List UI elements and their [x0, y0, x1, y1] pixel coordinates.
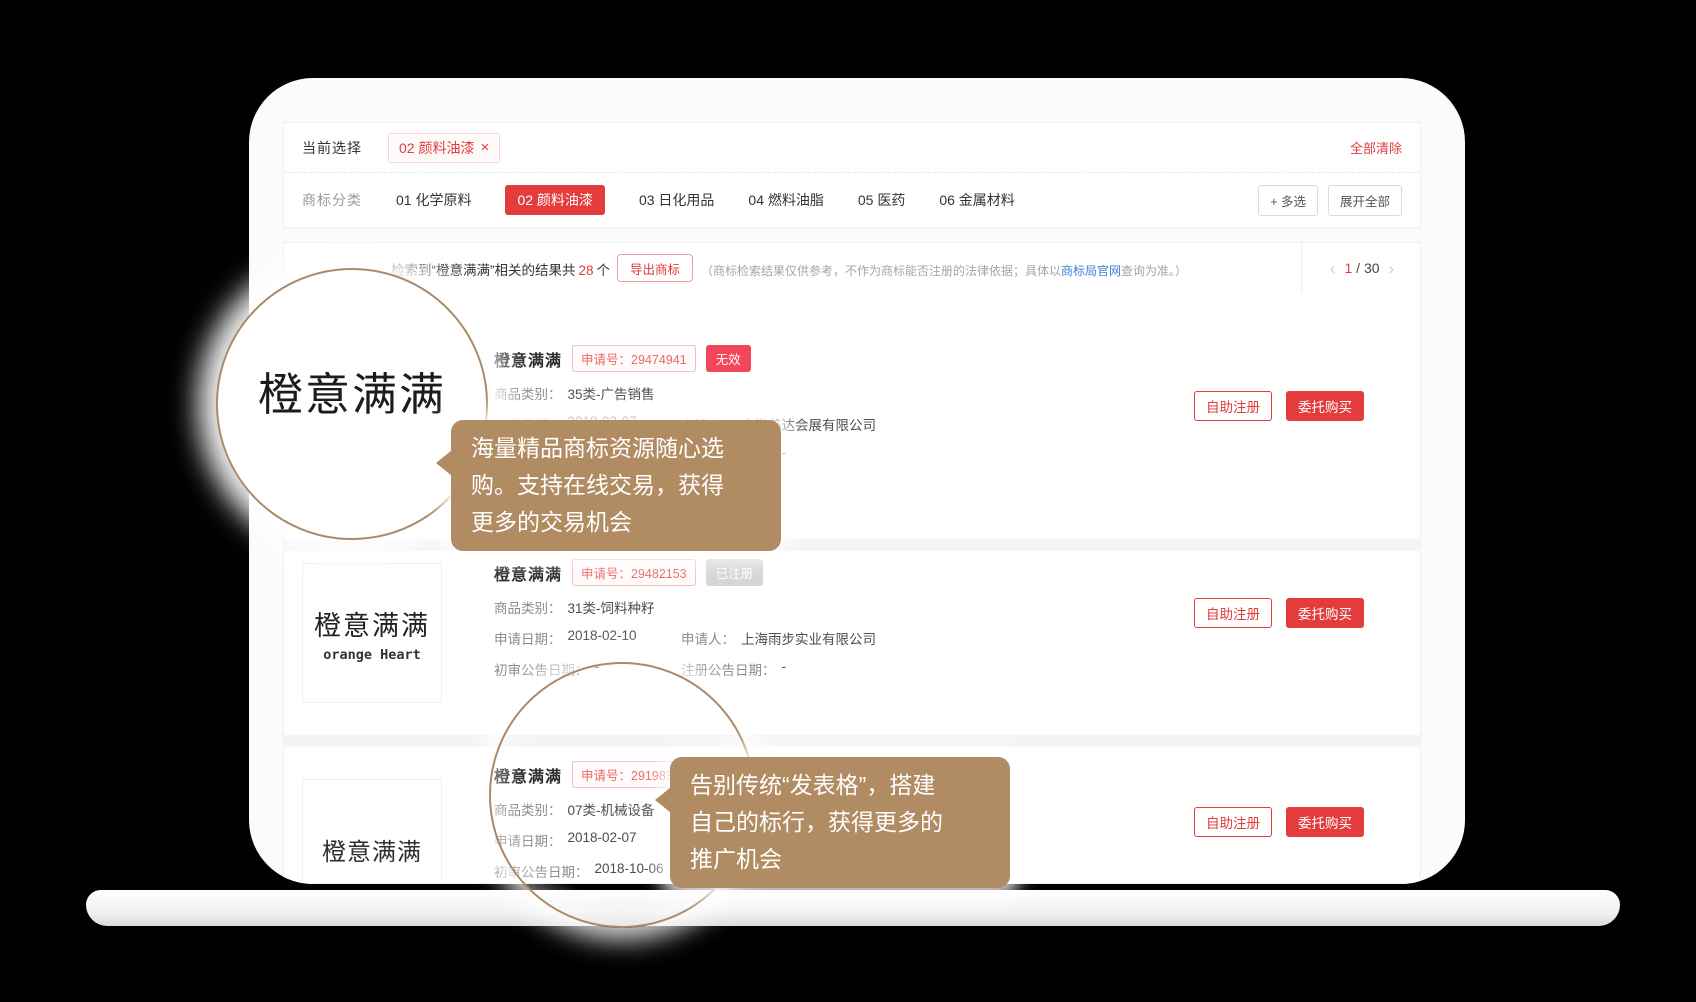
current-selection-label: 当前选择 — [302, 138, 362, 158]
entrust-buy-button[interactable]: 委托购买 — [1286, 391, 1364, 421]
multi-select-button[interactable]: + 多选 — [1258, 185, 1318, 216]
status-badge: 已注册 — [706, 559, 764, 586]
category-label: 商品类别： — [494, 597, 562, 617]
row-divider — [283, 735, 1421, 747]
category-item-02-active[interactable]: 02 颜料油漆 — [505, 185, 604, 215]
self-register-button[interactable]: 自助注册 — [1194, 598, 1272, 628]
apply-date-value: 2018-02-10 — [568, 628, 637, 648]
trademark-office-link[interactable]: 商标局官网 — [1061, 264, 1121, 278]
chip-close-icon[interactable]: × — [480, 140, 489, 155]
disclaimer-suffix: 查询为准。） — [1121, 264, 1187, 278]
table-row: 橙意满满 orange Heart 橙意满满 申请号：29482153 已注册 … — [284, 551, 1420, 735]
trademark-title: 橙意满满 — [494, 347, 562, 371]
category-item-04[interactable]: 04 燃料油脂 — [748, 190, 823, 210]
trademark-image-2: 橙意满满 orange Heart — [302, 563, 442, 703]
applicant-value: 上海雨步实业有限公司 — [741, 628, 876, 648]
disclaimer-prefix: （商标检索结果仅供参考，不作为商标能否注册的法律依据；具体以 — [701, 264, 1061, 278]
category-item-06[interactable]: 06 金属材料 — [939, 190, 1014, 210]
pagination: ‹ 1 / 30 › — [1301, 243, 1421, 293]
category-row-label: 商标分类 — [302, 190, 362, 210]
results-summary-prefix: 检索到“橙意满满”相关的结果共 — [391, 263, 576, 278]
current-selection-row: 当前选择 02 颜料油漆 × 全部清除 — [284, 123, 1420, 173]
row-actions-3: 自助注册 委托购买 — [1194, 807, 1364, 837]
status-badge: 无效 — [706, 345, 751, 372]
category-label: 商品类别： — [494, 383, 562, 403]
reg-publish-label: 注册公告日期： — [681, 659, 776, 679]
row-actions-1: 自助注册 委托购买 — [1194, 391, 1364, 421]
category-value: 35类-广告销售 — [568, 383, 655, 403]
magnifier-lens-1: 橙意满满 — [216, 268, 488, 540]
callout-tooltip-promo: 告别传统“发表格”，搭建 自己的标行，获得更多的 推广机会 — [670, 757, 1010, 888]
entrust-buy-button[interactable]: 委托购买 — [1286, 807, 1364, 837]
category-actions: + 多选 展开全部 — [1258, 185, 1402, 216]
category-item-03[interactable]: 03 日化用品 — [639, 190, 714, 210]
expand-all-button[interactable]: 展开全部 — [1328, 185, 1402, 216]
entrust-buy-button[interactable]: 委托购买 — [1286, 598, 1364, 628]
export-trademark-button[interactable]: 导出商标 — [617, 254, 693, 282]
next-page-icon[interactable]: › — [1389, 260, 1395, 277]
applicant-label: 申请人： — [681, 628, 735, 648]
selected-filter-chip-label: 02 颜料油漆 — [399, 138, 474, 158]
category-item-05[interactable]: 05 医药 — [858, 190, 905, 210]
laptop-base — [86, 890, 1620, 926]
category-list: 01 化学原料 02 颜料油漆 03 日化用品 04 燃料油脂 05 医药 06… — [396, 185, 1015, 215]
current-page: 1 — [1344, 260, 1352, 276]
self-register-button[interactable]: 自助注册 — [1194, 807, 1272, 837]
trademark-mark-subtext: orange Heart — [323, 647, 421, 663]
selected-filter-chip[interactable]: 02 颜料油漆 × — [388, 133, 500, 163]
category-value: 31类-饲料种籽 — [568, 597, 655, 617]
results-disclaimer: （商标检索结果仅供参考，不作为商标能否注册的法律依据；具体以商标局官网查询为准。… — [701, 262, 1187, 279]
page-background: 当前选择 02 颜料油漆 × 全部清除 商标分类 01 化学原料 02 颜料油漆… — [0, 0, 1696, 1002]
total-pages: 30 — [1364, 260, 1380, 276]
trademark-mark-text: 橙意满满 — [322, 832, 422, 867]
apply-date-label: 申请日期： — [494, 628, 562, 648]
results-count: 28 — [579, 263, 594, 278]
trademark-image-3: 橙意满满 — [302, 779, 442, 884]
results-summary-suffix: 个 — [597, 263, 611, 278]
trademark-details-2: 橙意满满 申请号：29482153 已注册 商品类别： 31类-饲料种籽 申请日… — [494, 559, 876, 679]
results-summary: 检索到“橙意满满”相关的结果共28个 — [391, 259, 610, 279]
application-number-badge: 申请号：29474941 — [572, 345, 696, 372]
category-item-01[interactable]: 01 化学原料 — [396, 190, 471, 210]
application-number-badge: 申请号：29482153 — [572, 559, 696, 586]
reg-publish-value: - — [782, 445, 787, 465]
results-header: 检索到“橙意满满”相关的结果共28个 导出商标 （商标检索结果仅供参考，不作为商… — [284, 243, 1421, 294]
category-row: 商标分类 01 化学原料 02 颜料油漆 03 日化用品 04 燃料油脂 05 … — [284, 173, 1420, 227]
row-actions-2: 自助注册 委托购买 — [1194, 598, 1364, 628]
reg-publish-value: - — [782, 659, 787, 679]
clear-all-link[interactable]: 全部清除 — [1350, 138, 1402, 157]
trademark-mark-text: 橙意满满 — [314, 604, 430, 643]
magnified-trademark-text: 橙意满满 — [258, 358, 446, 423]
callout-tooltip-trade: 海量精品商标资源随心选 购。支持在线交易，获得 更多的交易机会 — [451, 420, 781, 551]
self-register-button[interactable]: 自助注册 — [1194, 391, 1272, 421]
trademark-title: 橙意满满 — [494, 561, 562, 585]
page-separator: / — [1356, 260, 1360, 276]
prev-page-icon[interactable]: ‹ — [1330, 260, 1336, 277]
filter-panel: 当前选择 02 颜料油漆 × 全部清除 商标分类 01 化学原料 02 颜料油漆… — [283, 122, 1421, 228]
